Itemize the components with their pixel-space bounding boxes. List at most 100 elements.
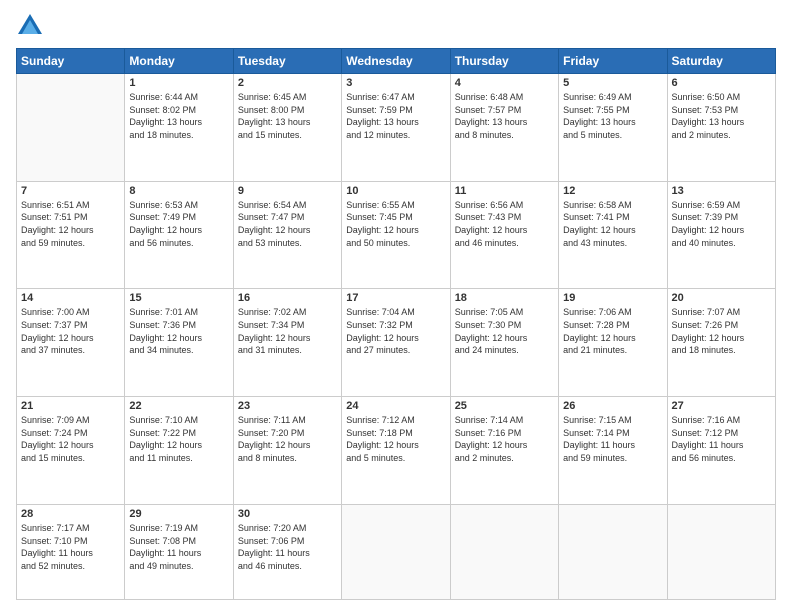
day-cell: 23 Sunrise: 7:11 AM Sunset: 7:20 PM Dayli… — [233, 397, 341, 505]
day-number: 25 — [455, 400, 554, 412]
day-info: Sunrise: 7:02 AM Sunset: 7:34 PM Dayligh… — [238, 306, 337, 356]
day-info: Sunrise: 6:56 AM Sunset: 7:43 PM Dayligh… — [455, 199, 554, 249]
day-number: 8 — [129, 185, 228, 197]
week-row-5: 28 Sunrise: 7:17 AM Sunset: 7:10 PM Dayli… — [17, 504, 776, 599]
week-row-4: 21 Sunrise: 7:09 AM Sunset: 7:24 PM Dayli… — [17, 397, 776, 505]
day-cell: 24 Sunrise: 7:12 AM Sunset: 7:18 PM Dayli… — [342, 397, 450, 505]
col-header-wednesday: Wednesday — [342, 49, 450, 74]
day-cell: 29 Sunrise: 7:19 AM Sunset: 7:08 PM Dayli… — [125, 504, 233, 599]
col-header-sunday: Sunday — [17, 49, 125, 74]
header — [16, 12, 776, 40]
day-cell: 5 Sunrise: 6:49 AM Sunset: 7:55 PM Daylig… — [559, 74, 667, 182]
col-header-tuesday: Tuesday — [233, 49, 341, 74]
col-header-saturday: Saturday — [667, 49, 775, 74]
day-number: 24 — [346, 400, 445, 412]
day-info: Sunrise: 7:19 AM Sunset: 7:08 PM Dayligh… — [129, 522, 228, 572]
day-info: Sunrise: 6:51 AM Sunset: 7:51 PM Dayligh… — [21, 199, 120, 249]
day-cell: 10 Sunrise: 6:55 AM Sunset: 7:45 PM Dayli… — [342, 181, 450, 289]
day-number: 6 — [672, 77, 771, 89]
day-cell: 3 Sunrise: 6:47 AM Sunset: 7:59 PM Daylig… — [342, 74, 450, 182]
day-info: Sunrise: 7:01 AM Sunset: 7:36 PM Dayligh… — [129, 306, 228, 356]
day-cell: 21 Sunrise: 7:09 AM Sunset: 7:24 PM Dayli… — [17, 397, 125, 505]
page: SundayMondayTuesdayWednesdayThursdayFrid… — [0, 0, 792, 612]
day-info: Sunrise: 7:10 AM Sunset: 7:22 PM Dayligh… — [129, 414, 228, 464]
day-cell — [667, 504, 775, 599]
day-cell: 30 Sunrise: 7:20 AM Sunset: 7:06 PM Dayli… — [233, 504, 341, 599]
day-info: Sunrise: 6:50 AM Sunset: 7:53 PM Dayligh… — [672, 91, 771, 141]
col-header-thursday: Thursday — [450, 49, 558, 74]
day-cell — [559, 504, 667, 599]
day-info: Sunrise: 7:09 AM Sunset: 7:24 PM Dayligh… — [21, 414, 120, 464]
day-cell: 9Sunrise: 6:54 AM Sunset: 7:47 PM Daylig… — [233, 181, 341, 289]
day-cell: 27Sunrise: 7:16 AM Sunset: 7:12 PM Dayli… — [667, 397, 775, 505]
day-info: Sunrise: 6:49 AM Sunset: 7:55 PM Dayligh… — [563, 91, 662, 141]
day-info: Sunrise: 7:20 AM Sunset: 7:06 PM Dayligh… — [238, 522, 337, 572]
day-number: 18 — [455, 292, 554, 304]
day-cell — [450, 504, 558, 599]
day-number: 28 — [21, 508, 120, 520]
col-header-monday: Monday — [125, 49, 233, 74]
day-number: 19 — [563, 292, 662, 304]
week-row-2: 7 Sunrise: 6:51 AM Sunset: 7:51 PM Daylig… — [17, 181, 776, 289]
day-info: Sunrise: 6:45 AM Sunset: 8:00 PM Dayligh… — [238, 91, 337, 141]
day-info: Sunrise: 7:12 AM Sunset: 7:18 PM Dayligh… — [346, 414, 445, 464]
day-cell: 1 Sunrise: 6:44 AM Sunset: 8:02 PM Daylig… — [125, 74, 233, 182]
day-number: 10 — [346, 185, 445, 197]
calendar-table: SundayMondayTuesdayWednesdayThursdayFrid… — [16, 48, 776, 600]
day-number: 21 — [21, 400, 120, 412]
day-info: Sunrise: 7:15 AM Sunset: 7:14 PM Dayligh… — [563, 414, 662, 464]
day-number: 20 — [672, 292, 771, 304]
day-cell: 22 Sunrise: 7:10 AM Sunset: 7:22 PM Dayli… — [125, 397, 233, 505]
day-number: 26 — [563, 400, 662, 412]
day-number: 23 — [238, 400, 337, 412]
header-row: SundayMondayTuesdayWednesdayThursdayFrid… — [17, 49, 776, 74]
day-cell: 7 Sunrise: 6:51 AM Sunset: 7:51 PM Daylig… — [17, 181, 125, 289]
day-cell: 4 Sunrise: 6:48 AM Sunset: 7:57 PM Daylig… — [450, 74, 558, 182]
day-cell — [17, 74, 125, 182]
day-number: 7 — [21, 185, 120, 197]
day-cell: 20 Sunrise: 7:07 AM Sunset: 7:26 PM Dayli… — [667, 289, 775, 397]
day-number: 11 — [455, 185, 554, 197]
day-info: Sunrise: 6:54 AM Sunset: 7:47 PM Dayligh… — [238, 199, 337, 249]
day-info: Sunrise: 6:58 AM Sunset: 7:41 PM Dayligh… — [563, 199, 662, 249]
day-number: 1 — [129, 77, 228, 89]
logo — [16, 12, 48, 40]
day-info: Sunrise: 6:44 AM Sunset: 8:02 PM Dayligh… — [129, 91, 228, 141]
day-info: Sunrise: 6:59 AM Sunset: 7:39 PM Dayligh… — [672, 199, 771, 249]
day-cell: 18 Sunrise: 7:05 AM Sunset: 7:30 PM Dayli… — [450, 289, 558, 397]
day-number: 2 — [238, 77, 337, 89]
day-info: Sunrise: 7:17 AM Sunset: 7:10 PM Dayligh… — [21, 522, 120, 572]
day-number: 4 — [455, 77, 554, 89]
day-cell: 13 Sunrise: 6:59 AM Sunset: 7:39 PM Dayli… — [667, 181, 775, 289]
day-cell: 28 Sunrise: 7:17 AM Sunset: 7:10 PM Dayli… — [17, 504, 125, 599]
day-cell: 8Sunrise: 6:53 AM Sunset: 7:49 PM Daylig… — [125, 181, 233, 289]
day-info: Sunrise: 6:47 AM Sunset: 7:59 PM Dayligh… — [346, 91, 445, 141]
day-number: 30 — [238, 508, 337, 520]
day-cell: 2 Sunrise: 6:45 AM Sunset: 8:00 PM Daylig… — [233, 74, 341, 182]
day-number: 13 — [672, 185, 771, 197]
day-cell: 19 Sunrise: 7:06 AM Sunset: 7:28 PM Dayli… — [559, 289, 667, 397]
day-info: Sunrise: 7:07 AM Sunset: 7:26 PM Dayligh… — [672, 306, 771, 356]
day-info: Sunrise: 7:16 AM Sunset: 7:12 PM Dayligh… — [672, 414, 771, 464]
day-number: 16 — [238, 292, 337, 304]
day-number: 17 — [346, 292, 445, 304]
day-number: 14 — [21, 292, 120, 304]
col-header-friday: Friday — [559, 49, 667, 74]
day-number: 15 — [129, 292, 228, 304]
day-info: Sunrise: 7:05 AM Sunset: 7:30 PM Dayligh… — [455, 306, 554, 356]
day-info: Sunrise: 7:11 AM Sunset: 7:20 PM Dayligh… — [238, 414, 337, 464]
day-number: 22 — [129, 400, 228, 412]
day-number: 29 — [129, 508, 228, 520]
day-info: Sunrise: 6:48 AM Sunset: 7:57 PM Dayligh… — [455, 91, 554, 141]
day-cell — [342, 504, 450, 599]
day-number: 3 — [346, 77, 445, 89]
day-info: Sunrise: 7:04 AM Sunset: 7:32 PM Dayligh… — [346, 306, 445, 356]
day-cell: 12 Sunrise: 6:58 AM Sunset: 7:41 PM Dayli… — [559, 181, 667, 289]
day-info: Sunrise: 7:06 AM Sunset: 7:28 PM Dayligh… — [563, 306, 662, 356]
week-row-1: 1 Sunrise: 6:44 AM Sunset: 8:02 PM Daylig… — [17, 74, 776, 182]
day-info: Sunrise: 7:00 AM Sunset: 7:37 PM Dayligh… — [21, 306, 120, 356]
day-number: 5 — [563, 77, 662, 89]
day-number: 12 — [563, 185, 662, 197]
day-cell: 15 Sunrise: 7:01 AM Sunset: 7:36 PM Dayli… — [125, 289, 233, 397]
day-info: Sunrise: 6:55 AM Sunset: 7:45 PM Dayligh… — [346, 199, 445, 249]
